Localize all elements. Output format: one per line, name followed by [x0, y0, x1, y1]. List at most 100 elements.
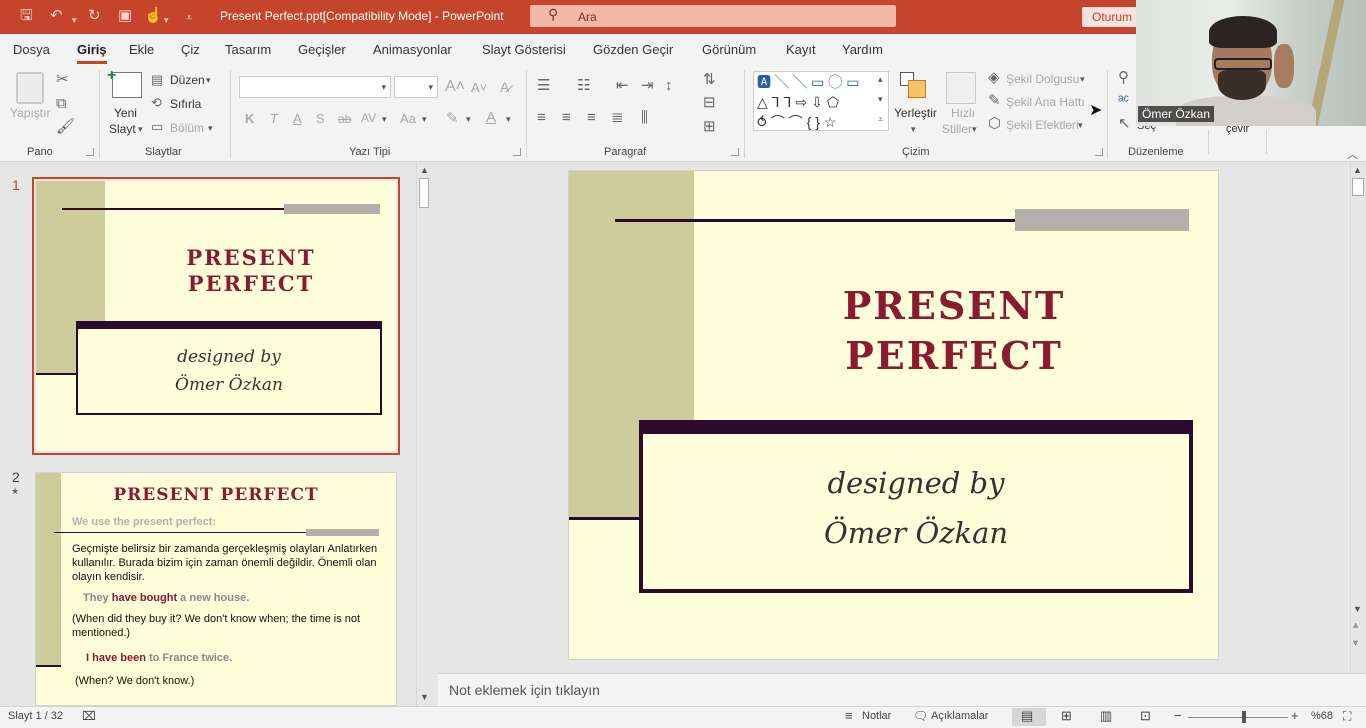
shadow-button[interactable]: S	[316, 111, 325, 126]
bullets-icon[interactable]: ☰	[537, 78, 550, 94]
shape-effects-button[interactable]: Şekil Efektleri	[1006, 118, 1079, 132]
align-right-icon[interactable]: ≡	[587, 110, 596, 126]
gallery-up-icon[interactable]: ▴	[878, 74, 883, 85]
zoom-slider-thumb[interactable]	[1242, 711, 1246, 723]
format-painter-icon[interactable]: 🖌	[56, 119, 75, 135]
highlight-icon[interactable]: ✎	[446, 109, 459, 127]
thumbnail-scroll-thumb[interactable]	[419, 178, 429, 208]
shape-effects-dropdown-icon[interactable]: ▾	[1078, 120, 1083, 131]
main-subtitle-box[interactable]: designed by Ömer Özkan	[639, 420, 1193, 593]
tab-help[interactable]: Yardım	[842, 42, 883, 57]
gallery-more-icon[interactable]: ⩡	[878, 114, 883, 125]
shapes-row-2-icon[interactable]: △⅂⅂⇨⇩⬠	[757, 94, 843, 110]
zoom-level[interactable]: %68	[1311, 710, 1333, 722]
grow-font-icon[interactable]: A˄	[445, 78, 465, 96]
touch-dropdown-icon[interactable]: ▾	[164, 11, 169, 29]
arrange-icon[interactable]	[900, 72, 930, 102]
decrease-indent-icon[interactable]: ⇤	[616, 78, 629, 94]
shape-effects-icon[interactable]: ⬡	[988, 116, 1001, 132]
tab-review[interactable]: Gözden Geçir	[593, 42, 673, 57]
cut-icon[interactable]: ✂	[56, 72, 69, 88]
arrange-button[interactable]: Yerleştir	[894, 106, 937, 120]
new-slide-icon[interactable]: +	[107, 67, 142, 98]
font-launcher-icon[interactable]	[513, 148, 521, 156]
collapse-ribbon-icon[interactable]: ︿	[1347, 146, 1358, 162]
shapes-row-3-icon[interactable]: ⥀⌒⌒{}☆	[757, 114, 840, 130]
notes-placeholder[interactable]: Not eklemek için tıklayın	[449, 682, 600, 698]
main-slide[interactable]: PRESENT PERFECT designed by Ömer Özkan	[568, 170, 1219, 660]
font-color-dropdown-icon[interactable]: ▾	[506, 114, 511, 125]
reading-view-icon[interactable]: ▥	[1100, 708, 1112, 724]
slideshow-view-icon[interactable]: ⊡	[1140, 708, 1151, 724]
font-size-combo[interactable]: ▾	[394, 76, 438, 98]
zoom-out-icon[interactable]: −	[1174, 708, 1182, 723]
tab-draw[interactable]: Çiz	[181, 42, 200, 57]
align-center-icon[interactable]: ≡	[562, 110, 571, 126]
editor-scroll-thumb[interactable]	[1352, 178, 1364, 196]
increase-indent-icon[interactable]: ⇥	[641, 78, 654, 94]
customize-toolbar-icon[interactable]: ⩡	[186, 9, 192, 27]
char-spacing-button[interactable]: AV	[361, 111, 376, 125]
quick-styles-button[interactable]: Hızlı	[951, 106, 975, 120]
touch-mode-icon[interactable]: ☝	[144, 7, 163, 25]
shapes-gallery[interactable]: 🅰╲╲▭◯▭ △⅂⅂⇨⇩⬠ ⥀⌒⌒{}☆ ▴ ▾ ⩡	[753, 71, 889, 131]
numbering-icon[interactable]: ☷	[577, 78, 590, 94]
change-case-button[interactable]: Aa	[400, 111, 416, 126]
accessibility-icon[interactable]: ⌧	[82, 709, 96, 723]
tab-record[interactable]: Kayıt	[786, 42, 816, 57]
section-dropdown-icon[interactable]: ▾	[208, 123, 213, 134]
tab-transitions[interactable]: Geçişler	[298, 42, 346, 57]
tab-home[interactable]: Giriş	[77, 42, 107, 64]
smartart-icon[interactable]: ⊞	[703, 119, 716, 135]
normal-view-icon[interactable]: ▤	[1021, 708, 1033, 724]
paste-button[interactable]: Yapıştır	[10, 106, 50, 120]
shape-fill-button[interactable]: Şekil Dolgusu	[1006, 72, 1079, 86]
shape-outline-icon[interactable]: ✎	[988, 93, 1001, 109]
char-spacing-dropdown-icon[interactable]: ▾	[382, 114, 387, 125]
undo-dropdown-icon[interactable]: ▾	[72, 11, 77, 29]
change-case-dropdown-icon[interactable]: ▾	[422, 114, 427, 125]
find-icon[interactable]: ⚲	[1118, 70, 1129, 86]
text-direction-icon[interactable]: ⇅	[703, 72, 716, 88]
clear-format-icon[interactable]: A̷	[500, 79, 509, 95]
tab-slideshow[interactable]: Slayt Gösterisi	[482, 42, 566, 57]
layout-button[interactable]: Düzen	[170, 73, 205, 87]
thumbnail-scroll-up-icon[interactable]: ▲	[420, 165, 429, 175]
new-slide-label[interactable]: Slayt	[109, 122, 136, 136]
underline-button[interactable]: A	[293, 111, 302, 126]
slide-thumbnail-1[interactable]: PRESENT PERFECT designed by Ömer Özkan	[32, 177, 400, 455]
paste-icon[interactable]	[16, 72, 44, 104]
paragraph-launcher-icon[interactable]	[731, 148, 739, 156]
next-slide-icon[interactable]: ⩔	[1353, 637, 1358, 648]
new-slide-dropdown-icon[interactable]: ▾	[138, 124, 143, 135]
tab-animations[interactable]: Animasyonlar	[373, 42, 452, 57]
tab-design[interactable]: Tasarım	[225, 42, 271, 57]
editor-scroll-up-icon[interactable]: ▲	[1353, 165, 1362, 175]
main-slide-title[interactable]: PRESENT PERFECT	[769, 281, 1139, 381]
tab-view[interactable]: Görünüm	[702, 42, 756, 57]
fit-to-window-icon[interactable]: ⛶	[1343, 709, 1351, 724]
shapes-row-1-icon[interactable]: 🅰╲╲▭◯▭	[757, 74, 863, 90]
shape-fill-dropdown-icon[interactable]: ▾	[1080, 74, 1085, 85]
shape-fill-icon[interactable]: ◈	[988, 70, 1000, 86]
columns-icon[interactable]: ⫼	[641, 110, 648, 126]
layout-dropdown-icon[interactable]: ▾	[206, 75, 211, 86]
gallery-down-icon[interactable]: ▾	[878, 94, 883, 105]
reset-button[interactable]: Sıfırla	[170, 97, 201, 111]
editor-scroll-down-icon[interactable]: ▼	[1353, 604, 1362, 614]
tab-insert[interactable]: Ekle	[129, 42, 154, 57]
shape-outline-button[interactable]: Şekil Ana Hattı	[1006, 95, 1086, 109]
highlight-dropdown-icon[interactable]: ▾	[466, 114, 471, 125]
section-button[interactable]: Bölüm	[170, 121, 204, 135]
comments-button[interactable]: Açıklamalar	[931, 710, 988, 722]
reset-icon[interactable]: ⟲	[151, 95, 162, 111]
notes-icon[interactable]: ≡	[845, 708, 853, 723]
italic-button[interactable]: T	[270, 111, 278, 126]
present-icon[interactable]: ▣	[118, 7, 132, 25]
save-icon[interactable]: 🖫	[20, 7, 33, 25]
line-spacing-icon[interactable]: ↕	[665, 78, 673, 94]
previous-slide-icon[interactable]: ⩓	[1353, 620, 1358, 631]
shrink-font-icon[interactable]: A˅	[471, 80, 487, 95]
notes-button[interactable]: Notlar	[862, 710, 891, 722]
justify-icon[interactable]: ≣	[611, 110, 624, 126]
